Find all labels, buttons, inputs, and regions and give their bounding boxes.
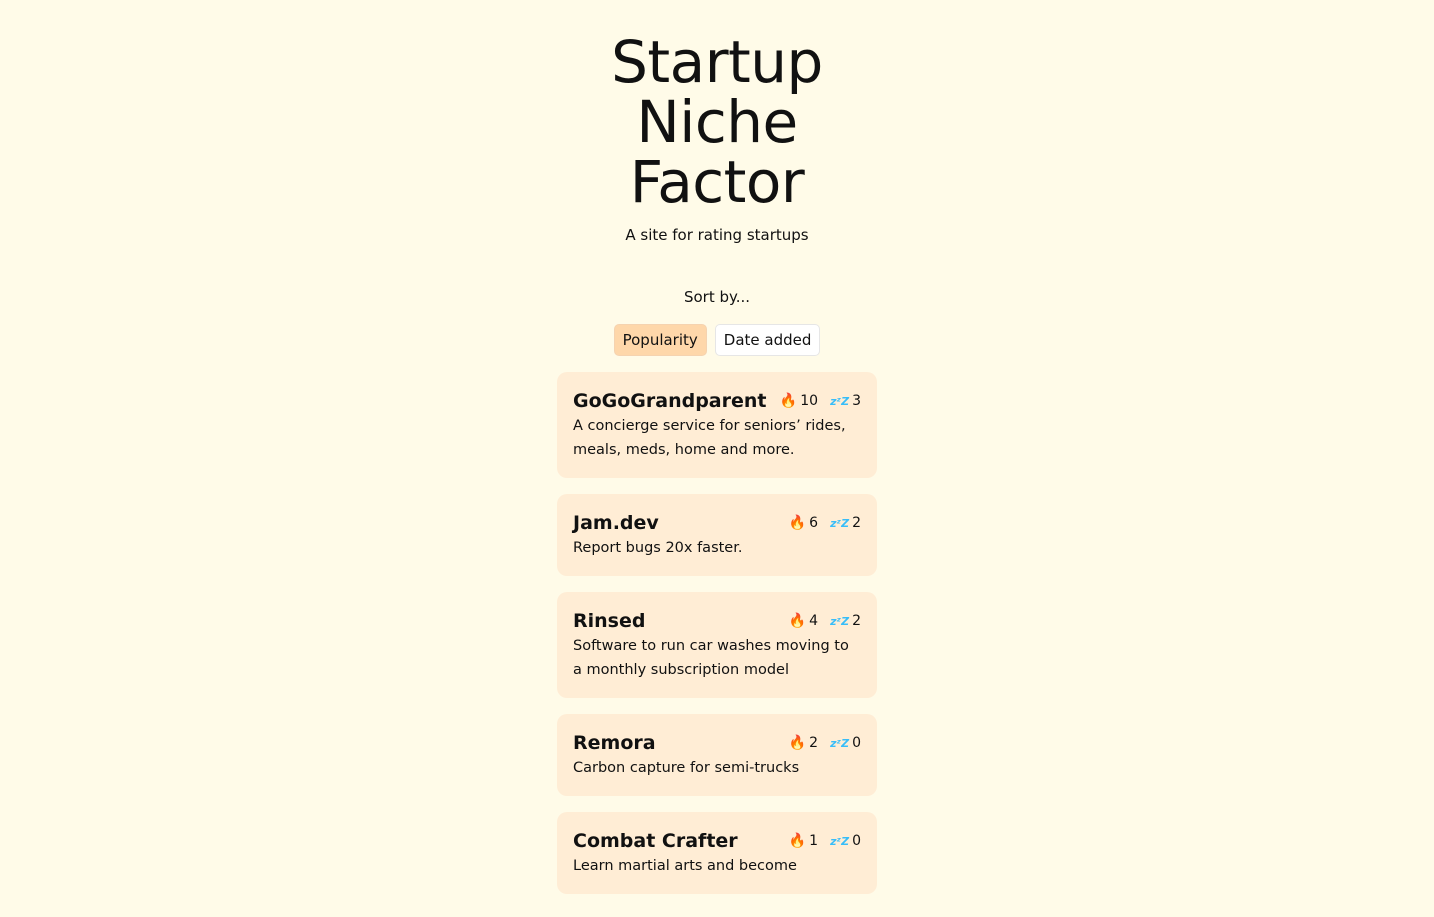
hot-vote[interactable]: 🔥 10	[780, 393, 818, 409]
hot-vote[interactable]: 🔥 2	[789, 735, 818, 751]
card-header: Jam.dev 🔥 6 zᶻZ 2	[573, 512, 861, 534]
page-title: Startup Niche Factor	[557, 32, 877, 212]
sleepy-vote[interactable]: zᶻZ 2	[830, 613, 861, 629]
hot-count: 4	[809, 613, 819, 629]
votes: 🔥 2 zᶻZ 0	[789, 735, 861, 751]
hot-vote[interactable]: 🔥 1	[789, 833, 818, 849]
sleepy-count: 2	[852, 515, 861, 531]
startup-description: A concierge service for seniors’ rides, …	[573, 418, 846, 458]
sort-popularity-button[interactable]: Popularity	[613, 324, 707, 356]
startup-name: GoGoGrandparent	[573, 390, 767, 412]
fire-icon: 🔥	[788, 515, 807, 531]
votes: 🔥 10 zᶻZ 3	[780, 393, 861, 409]
hot-vote[interactable]: 🔥 4	[789, 613, 818, 629]
zzz-icon: zᶻZ	[830, 614, 850, 628]
fire-icon: 🔥	[779, 393, 798, 409]
sleepy-count: 0	[852, 833, 861, 849]
sort-label: Sort by...	[683, 288, 751, 306]
startup-card[interactable]: Combat Crafter 🔥 1 zᶻZ 0 Learn martial art…	[557, 812, 877, 894]
zzz-icon: zᶻZ	[830, 394, 850, 408]
startup-card[interactable]: GoGoGrandparent 🔥 10 zᶻZ 3 A concierge ser…	[557, 372, 877, 478]
card-header: Combat Crafter 🔥 1 zᶻZ 0	[573, 830, 861, 852]
title-line: Niche	[636, 88, 798, 156]
startup-description: Report bugs 20x faster.	[573, 540, 743, 556]
startup-description: Learn martial arts and become	[573, 858, 797, 874]
hot-count: 1	[809, 833, 819, 849]
hot-vote[interactable]: 🔥 6	[789, 515, 818, 531]
startup-name: Remora	[573, 732, 656, 754]
hot-count: 2	[809, 735, 819, 751]
zzz-icon: zᶻZ	[830, 516, 850, 530]
zzz-icon: zᶻZ	[830, 834, 850, 848]
startup-name: Combat Crafter	[573, 830, 738, 852]
subtitle: A site for rating startups	[625, 226, 809, 244]
sleepy-count: 3	[852, 393, 861, 409]
hot-count: 10	[800, 393, 819, 409]
startup-card[interactable]: Jam.dev 🔥 6 zᶻZ 2 Report bugs 20x faster.	[557, 494, 877, 576]
title-line: Factor	[629, 148, 805, 216]
startup-name: Rinsed	[573, 610, 646, 632]
fire-icon: 🔥	[788, 833, 807, 849]
sleepy-vote[interactable]: zᶻZ 3	[830, 393, 861, 409]
card-header: GoGoGrandparent 🔥 10 zᶻZ 3	[573, 390, 861, 412]
startup-list: GoGoGrandparent 🔥 10 zᶻZ 3 A concierge ser…	[557, 372, 877, 894]
sort-date-added-button[interactable]: Date added	[714, 324, 821, 356]
sleepy-vote[interactable]: zᶻZ 2	[830, 515, 861, 531]
card-header: Remora 🔥 2 zᶻZ 0	[573, 732, 861, 754]
startup-card[interactable]: Rinsed 🔥 4 zᶻZ 2 Software to run car washe…	[557, 592, 877, 698]
sleepy-vote[interactable]: zᶻZ 0	[830, 735, 861, 751]
startup-description: Carbon capture for semi-trucks	[573, 760, 800, 776]
hot-count: 6	[809, 515, 819, 531]
sleepy-vote[interactable]: zᶻZ 0	[830, 833, 861, 849]
sleepy-count: 0	[852, 735, 861, 751]
card-header: Rinsed 🔥 4 zᶻZ 2	[573, 610, 861, 632]
votes: 🔥 4 zᶻZ 2	[789, 613, 861, 629]
zzz-icon: zᶻZ	[830, 736, 850, 750]
sort-options: Popularity Date added	[557, 324, 877, 356]
page: Startup Niche Factor A site for rating s…	[557, 32, 877, 894]
fire-icon: 🔥	[788, 613, 807, 629]
startup-description: Software to run car washes moving to a m…	[573, 638, 849, 678]
title-line: Startup	[611, 28, 823, 96]
startup-card[interactable]: Remora 🔥 2 zᶻZ 0 Carbon capture for semi-t…	[557, 714, 877, 796]
startup-name: Jam.dev	[573, 512, 659, 534]
votes: 🔥 6 zᶻZ 2	[789, 515, 861, 531]
sleepy-count: 2	[852, 613, 861, 629]
votes: 🔥 1 zᶻZ 0	[789, 833, 861, 849]
fire-icon: 🔥	[788, 735, 807, 751]
